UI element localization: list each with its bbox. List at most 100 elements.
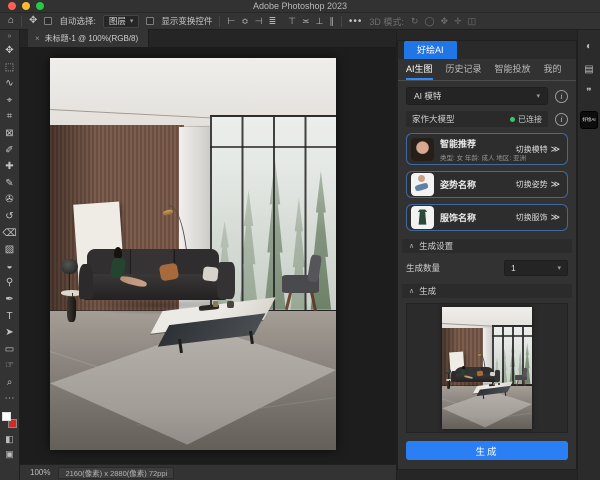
healing-brush-tool[interactable]: ✚ <box>0 159 19 176</box>
quick-mask-icon[interactable]: ◧ <box>0 432 19 447</box>
align-middle-icon[interactable]: ≍ <box>302 16 310 27</box>
auto-select-checkbox[interactable] <box>44 17 52 25</box>
outfit-avatar <box>411 206 434 229</box>
align-right-icon[interactable]: ⊣ <box>255 16 263 27</box>
document-canvas[interactable] <box>50 58 336 450</box>
document-tabbar: × 未标题-1 @ 100%(RGB/8) <box>20 30 396 48</box>
model-card[interactable]: 智能推荐 类型: 女 年龄: 成人 地区: 亚洲 切换模特 ≫ <box>406 133 568 165</box>
show-transform-checkbox[interactable] <box>146 17 154 25</box>
brush-tool[interactable]: ✎ <box>0 176 19 193</box>
engine-status: 已连接 <box>510 114 542 125</box>
switch-outfit-label: 切换服饰 <box>516 212 548 223</box>
object-selection-tool[interactable]: ⌖ <box>0 93 19 110</box>
tab-smart-placement[interactable]: 智能投放 <box>495 59 531 80</box>
distribute-h-icon[interactable]: ≣ <box>269 16 277 27</box>
pose-card[interactable]: 姿势名称 切换姿势 ≫ <box>406 171 568 198</box>
tools-panel: » ✥⬚∿⌖⌗⊠✐✚✎✇↺⌫▧◒⚲✒T➤▭☞⌕⋯ ◧▣ <box>0 30 20 480</box>
lasso-tool[interactable]: ∿ <box>0 76 19 93</box>
eraser-tool[interactable]: ⌫ <box>0 226 19 243</box>
type-tool[interactable]: T <box>0 309 19 326</box>
panel-tab-haohui-ai[interactable]: 好绘AI <box>404 41 457 59</box>
screen-mode-icon[interactable]: ▣ <box>0 447 19 462</box>
auto-select-label: 自动选择: <box>59 15 95 27</box>
tab-history[interactable]: 历史记录 <box>446 59 482 80</box>
zoom-tool[interactable]: ⌕ <box>0 375 19 392</box>
generate-section-header[interactable]: ∧ 生成 <box>402 284 572 298</box>
toolbar-collapse-icon[interactable]: » <box>8 30 12 43</box>
more-options-icon[interactable]: ••• <box>349 16 363 27</box>
frame-tool[interactable]: ⊠ <box>0 126 19 143</box>
foreground-color-swatch[interactable] <box>2 412 11 421</box>
move-tool[interactable]: ✥ <box>0 43 19 60</box>
tab-mine[interactable]: 我的 <box>544 59 562 80</box>
canvas-column: × 未标题-1 @ 100%(RGB/8) <box>20 30 396 480</box>
outfit-card[interactable]: 服饰名称 切换服饰 ≫ <box>406 204 568 231</box>
outfit-card-title: 服饰名称 <box>440 211 510 224</box>
comments-panel-icon[interactable]: ❞ <box>586 88 591 98</box>
home-icon[interactable]: ⌂ <box>8 16 14 26</box>
mode-3d-icons: ↻◯✥✛◫ <box>411 16 476 27</box>
info-icon[interactable]: i <box>555 90 568 103</box>
clone-stamp-tool[interactable]: ✇ <box>0 192 19 209</box>
libraries-panel-icon[interactable]: ▤ <box>584 65 593 75</box>
chevron-down-icon: ▾ <box>557 264 561 272</box>
gradient-tool[interactable]: ▧ <box>0 242 19 259</box>
model-card-subtitle: 类型: 女 年龄: 成人 地区: 亚洲 <box>440 152 510 162</box>
edit-toolbar-icon[interactable]: ⋯ <box>0 391 19 408</box>
align-left-icon[interactable]: ⊢ <box>227 16 235 27</box>
plugin-panel-area: 好绘AI AI生图 历史记录 智能投放 我的 AI 模特 ▾ i <box>396 30 577 480</box>
tab-ai-generate[interactable]: AI生图 <box>406 59 433 80</box>
generation-preview-box <box>406 303 568 433</box>
generate-header-label: 生成 <box>419 285 436 297</box>
divider <box>21 16 22 27</box>
panel-content: AI 模特 ▾ i 家作大模型 已连接 i <box>398 81 576 469</box>
switch-pose-label: 切换姿势 <box>516 179 548 190</box>
panel-tabbar: 好绘AI <box>398 41 576 59</box>
options-bar: ⌂ ✥ 自动选择: 图层 ▾ 显示变换控件 ⊢≎⊣≣⊤≍⊥∥ ••• 3D 模式… <box>0 13 600 30</box>
eyedropper-tool[interactable]: ✐ <box>0 143 19 160</box>
zoom-level[interactable]: 100% <box>30 468 50 477</box>
document-tab[interactable]: × 未标题-1 @ 100%(RGB/8) <box>28 29 149 47</box>
marquee-tool[interactable]: ⬚ <box>0 60 19 77</box>
close-tab-icon[interactable]: × <box>35 34 40 43</box>
outfit-card-texts: 服饰名称 <box>440 211 510 224</box>
canvas-pasteboard[interactable] <box>20 48 396 464</box>
generation-settings-header[interactable]: ∧ 生成设置 <box>402 239 572 253</box>
ai-model-dropdown[interactable]: AI 模特 ▾ <box>406 87 548 105</box>
count-dropdown[interactable]: 1 ▾ <box>504 260 568 276</box>
count-label: 生成数量 <box>406 262 440 274</box>
align-center-h-icon[interactable]: ≎ <box>241 16 249 27</box>
switch-outfit-button[interactable]: 切换服饰 ≫ <box>516 212 560 223</box>
move-tool-icon[interactable]: ✥ <box>29 16 37 26</box>
color-swatches <box>0 410 20 432</box>
blur-tool[interactable]: ◒ <box>0 259 19 276</box>
path-selection-tool[interactable]: ➤ <box>0 325 19 342</box>
switch-pose-button[interactable]: 切换姿势 ≫ <box>516 179 560 190</box>
rectangle-tool[interactable]: ▭ <box>0 342 19 359</box>
plugin-dock-icon[interactable]: 好绘AI <box>580 111 598 129</box>
crop-tool[interactable]: ⌗ <box>0 109 19 126</box>
hand-tool[interactable]: ☞ <box>0 358 19 375</box>
generation-preview-image[interactable] <box>442 307 532 429</box>
adjustments-panel-icon[interactable]: ◐ <box>586 42 592 52</box>
align-icons-group: ⊢ ≎ ⊣ ≣ ⊤ ≍ ⊥ ∥ <box>227 16 334 27</box>
titlebar: Adobe Photoshop 2023 <box>0 0 600 13</box>
align-top-icon[interactable]: ⊤ <box>288 16 296 27</box>
pose-avatar <box>411 173 434 196</box>
chevron-down-icon: ▾ <box>130 17 134 25</box>
distribute-v-icon[interactable]: ∥ <box>329 16 334 27</box>
history-brush-tool[interactable]: ↺ <box>0 209 19 226</box>
panel-dock: ◐ ▤ ❞ 好绘AI <box>577 30 600 480</box>
auto-select-dropdown[interactable]: 图层 ▾ <box>103 15 140 28</box>
window-title: Adobe Photoshop 2023 <box>0 1 600 11</box>
generate-button[interactable]: 生成 <box>406 441 568 460</box>
status-bar: 100% 2160(像素) x 2880(像素) 72ppi <box>20 464 396 480</box>
info-icon[interactable]: i <box>555 113 568 126</box>
model-card-title: 智能推荐 <box>440 137 510 150</box>
generation-count-row: 生成数量 1 ▾ <box>406 260 568 276</box>
align-bottom-icon[interactable]: ⊥ <box>316 16 324 27</box>
switch-model-button[interactable]: 切换模特 ≫ <box>516 144 560 155</box>
dodge-tool[interactable]: ⚲ <box>0 275 19 292</box>
pen-tool[interactable]: ✒ <box>0 292 19 309</box>
switch-model-label: 切换模特 <box>516 144 548 155</box>
